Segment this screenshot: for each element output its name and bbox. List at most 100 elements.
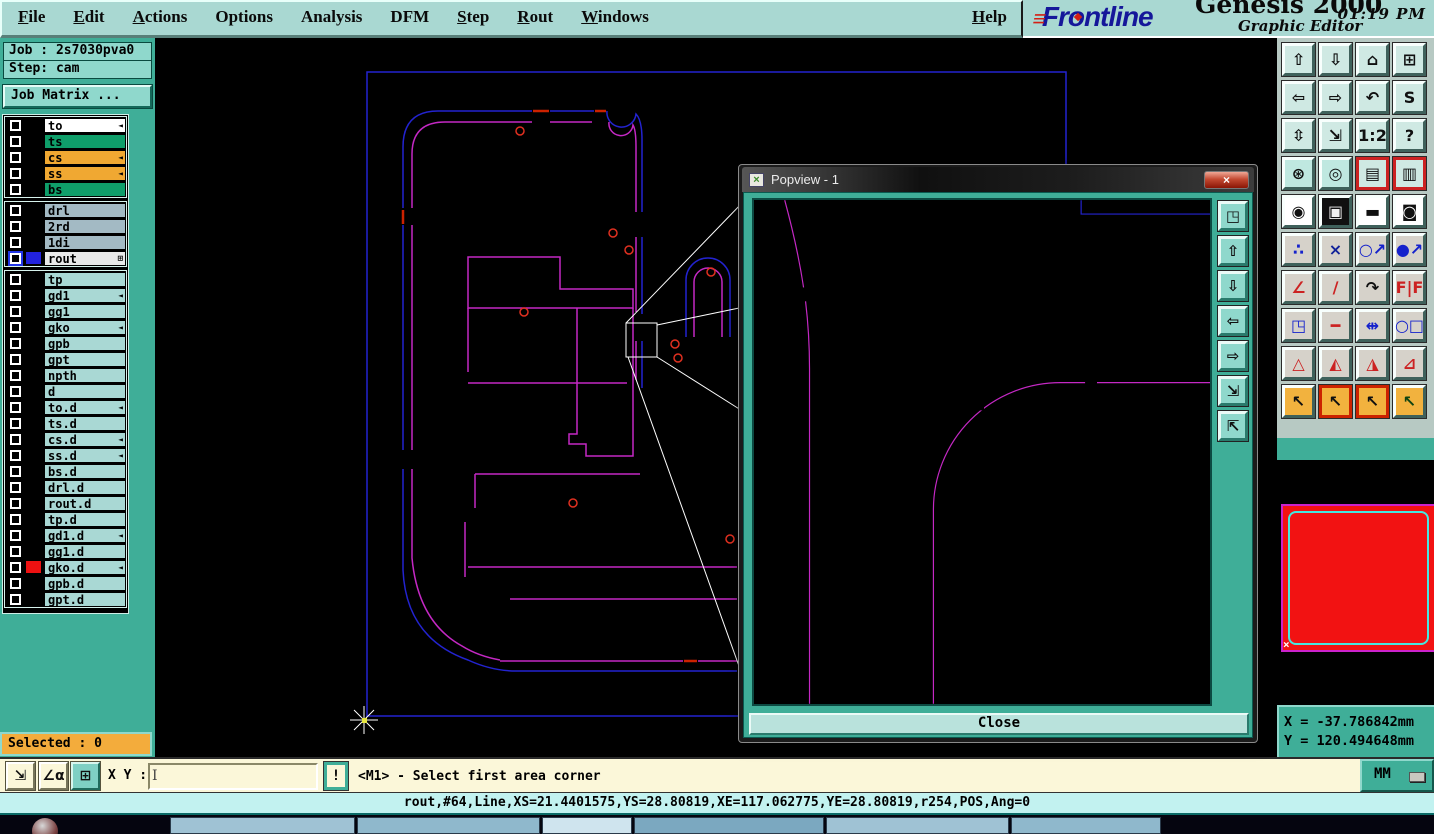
layer-row[interactable]: gg1◄ bbox=[5, 303, 126, 319]
menu-dfm[interactable]: DFM bbox=[390, 7, 429, 27]
surface-arch-button[interactable]: ◮ bbox=[1355, 346, 1390, 381]
layer-visibility-checkbox[interactable] bbox=[10, 337, 21, 349]
layer-row[interactable]: 2rd◄ bbox=[5, 218, 126, 234]
layer-visibility-checkbox[interactable] bbox=[10, 220, 21, 232]
popview-canvas[interactable] bbox=[752, 198, 1212, 706]
layer-visibility-checkbox[interactable] bbox=[10, 135, 21, 147]
select-symbol-button[interactable]: ◉ bbox=[1281, 194, 1316, 229]
layer-visibility-checkbox[interactable] bbox=[10, 529, 21, 541]
zoom-center-button[interactable]: ⇲ bbox=[1318, 118, 1353, 153]
layer-visibility-checkbox[interactable] bbox=[10, 167, 21, 179]
layer-row[interactable]: ts.d◄ bbox=[5, 415, 126, 431]
layer-row[interactable]: bs.d◄ bbox=[5, 463, 126, 479]
layer-row[interactable]: ts◄ bbox=[5, 133, 126, 149]
measure-button[interactable]: ▬ bbox=[1355, 194, 1390, 229]
layer-visibility-checkbox[interactable] bbox=[10, 401, 21, 413]
layer-row[interactable]: drl.d◄ bbox=[5, 479, 126, 495]
layer-visibility-checkbox[interactable] bbox=[10, 204, 21, 216]
layer-row[interactable]: gpt◄ bbox=[5, 351, 126, 367]
layer-visibility-checkbox[interactable] bbox=[10, 252, 21, 264]
layer-visibility-checkbox[interactable] bbox=[10, 305, 21, 317]
layer-row[interactable]: to.d ◄ bbox=[5, 399, 126, 415]
surface-peak-button[interactable]: ◭ bbox=[1318, 346, 1353, 381]
layer-visibility-checkbox[interactable] bbox=[10, 513, 21, 525]
popview-pan-right-button[interactable]: ⇨ bbox=[1217, 340, 1249, 372]
segment-button[interactable]: ━ bbox=[1318, 308, 1353, 343]
pan-view-right-button[interactable]: ⇨ bbox=[1318, 80, 1353, 115]
popview-duplicate-button[interactable]: ◳ bbox=[1217, 200, 1249, 232]
clear-select-button[interactable]: × bbox=[1318, 232, 1353, 267]
layer-visibility-checkbox[interactable] bbox=[10, 289, 21, 301]
surface-span-button[interactable]: ⊿ bbox=[1392, 346, 1427, 381]
copy-pad-button[interactable]: ◳ bbox=[1281, 308, 1316, 343]
taskbar-button[interactable] bbox=[170, 817, 355, 834]
taskbar-button[interactable] bbox=[634, 817, 824, 834]
layer-row[interactable]: d◄ bbox=[5, 383, 126, 399]
pan-view-down-button[interactable]: ⇩ bbox=[1318, 42, 1353, 77]
zoom-fit-button[interactable]: ⇳ bbox=[1281, 118, 1316, 153]
layer-visibility-checkbox[interactable] bbox=[10, 497, 21, 509]
layer-visibility-checkbox[interactable] bbox=[10, 465, 21, 477]
previous-view-button[interactable]: ↶ bbox=[1355, 80, 1390, 115]
start-button[interactable] bbox=[32, 818, 58, 834]
pan-view-up-button[interactable]: ⇧ bbox=[1281, 42, 1316, 77]
angle-measure-button[interactable]: ∠ bbox=[1281, 270, 1316, 305]
snap-diagonal-button[interactable]: ⇲ bbox=[5, 761, 36, 791]
taskbar-button[interactable] bbox=[357, 817, 540, 834]
layer-visibility-checkbox[interactable] bbox=[10, 369, 21, 381]
layer-row[interactable]: gpt.d◄ bbox=[5, 591, 126, 607]
layer-visibility-checkbox[interactable] bbox=[10, 353, 21, 365]
layer-visibility-checkbox[interactable] bbox=[10, 385, 21, 397]
mirror-text-button[interactable]: F|F bbox=[1392, 270, 1427, 305]
snap-target-button[interactable]: ◎ bbox=[1318, 156, 1353, 191]
serpentine-view-button[interactable]: S bbox=[1392, 80, 1427, 115]
layer-row[interactable]: rout.d◄ bbox=[5, 495, 126, 511]
layer-row[interactable]: gd1.d ◄ bbox=[5, 527, 126, 543]
popview-close-button[interactable]: Close bbox=[749, 713, 1249, 735]
units-dropdown-button[interactable] bbox=[1409, 772, 1425, 782]
layer-row[interactable]: gko ◄ bbox=[5, 319, 126, 335]
slope-line-button[interactable]: ∕ bbox=[1318, 270, 1353, 305]
layer-row[interactable]: tp◄ bbox=[5, 271, 126, 287]
pan-view-left-button[interactable]: ⇦ bbox=[1281, 80, 1316, 115]
menu-analysis[interactable]: Analysis bbox=[301, 7, 362, 27]
layer-visibility-checkbox[interactable] bbox=[10, 577, 21, 589]
popview-pan-up-button[interactable]: ⇧ bbox=[1217, 235, 1249, 267]
layer-row[interactable]: npth◄ bbox=[5, 367, 126, 383]
span-measure-button[interactable]: ⇹ bbox=[1355, 308, 1390, 343]
layer-visibility-checkbox[interactable] bbox=[10, 481, 21, 493]
tools-button[interactable]: ⊛ bbox=[1281, 156, 1316, 191]
menu-actions[interactable]: Actions bbox=[133, 7, 188, 27]
layer-row[interactable]: ss.d ◄ bbox=[5, 447, 126, 463]
layer-visibility-checkbox[interactable] bbox=[10, 119, 21, 131]
zoom-query-button[interactable]: ? bbox=[1392, 118, 1427, 153]
layer-row[interactable]: gpb◄ bbox=[5, 335, 126, 351]
layer-visibility-checkbox[interactable] bbox=[10, 593, 21, 605]
popview-pan-left-button[interactable]: ⇦ bbox=[1217, 305, 1249, 337]
quadrant-button[interactable]: ⊞ bbox=[70, 761, 101, 791]
layer-visibility-checkbox[interactable] bbox=[10, 273, 21, 285]
layer-row[interactable]: drl◄ bbox=[5, 202, 126, 218]
views-xy-button[interactable]: ⊞ bbox=[1392, 42, 1427, 77]
swap-symbol-button[interactable]: ▣ bbox=[1318, 194, 1353, 229]
popview-pan-down-button[interactable]: ⇩ bbox=[1217, 270, 1249, 302]
units-selector[interactable]: MM bbox=[1360, 759, 1434, 792]
menu-file[interactable]: File bbox=[18, 7, 45, 27]
select-net-button[interactable]: ↖ bbox=[1392, 384, 1427, 419]
select-inside-button[interactable]: ↖ bbox=[1355, 384, 1390, 419]
layer-visibility-checkbox[interactable] bbox=[10, 449, 21, 461]
popview-zoom-out-button[interactable]: ⇲ bbox=[1217, 375, 1249, 407]
layer-row[interactable]: to ◄ bbox=[5, 117, 126, 133]
taskbar-button[interactable] bbox=[1011, 817, 1161, 834]
layer-visibility-checkbox[interactable] bbox=[10, 561, 21, 573]
menu-step[interactable]: Step bbox=[457, 7, 489, 27]
layer-row[interactable]: gg1.d◄ bbox=[5, 543, 126, 559]
net-select-button[interactable]: ∴ bbox=[1281, 232, 1316, 267]
menu-rout[interactable]: Rout bbox=[517, 7, 553, 27]
arc-mode-button[interactable]: ↷ bbox=[1355, 270, 1390, 305]
surface-outline-button[interactable]: △ bbox=[1281, 346, 1316, 381]
job-matrix-button[interactable]: Job Matrix ... bbox=[2, 84, 153, 109]
select-frame-button[interactable]: ↖ bbox=[1318, 384, 1353, 419]
display-config-2-button[interactable]: ▥ bbox=[1392, 156, 1427, 191]
layer-visibility-checkbox[interactable] bbox=[10, 545, 21, 557]
